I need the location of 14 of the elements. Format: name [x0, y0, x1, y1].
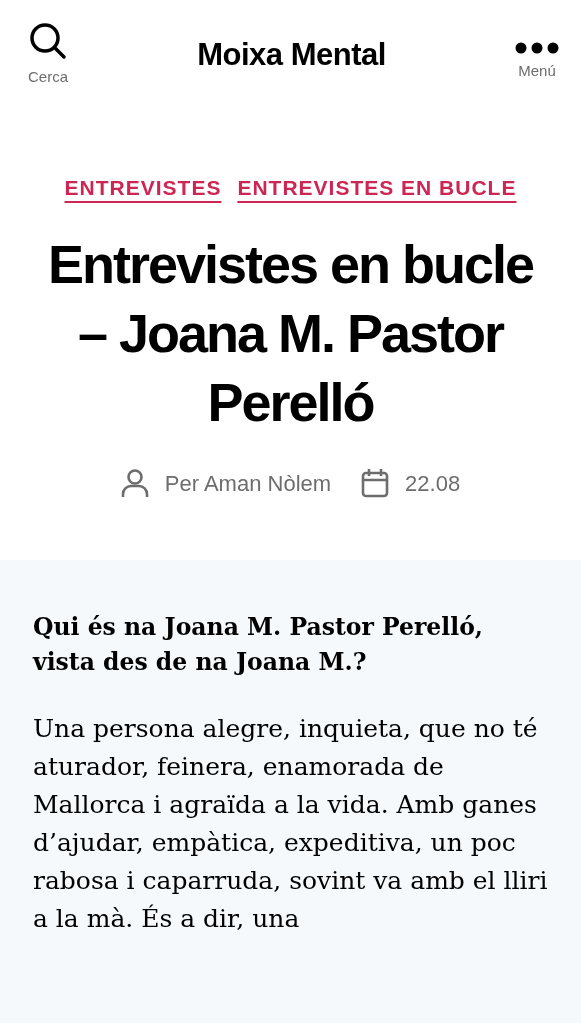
category-link[interactable]: ENTREVISTES EN BUCLE	[237, 172, 517, 204]
question-heading: Qui és na Joana M. Pastor Perelló, vista des de na Joana M.?	[33, 611, 485, 679]
search-button[interactable]: Cerca	[28, 21, 68, 89]
category-link[interactable]: ENTREVISTES	[64, 172, 222, 204]
more-icon	[515, 41, 559, 54]
search-icon	[29, 21, 67, 60]
body-paragraph: Una persona alegre, inquieta, que no té aturador, feinera, enamorada de Mallorca i agraïda a la vida. Amb ganes d’ajudar, empàtica, expeditiva, un poc rabosa i caparruda, sovint va amb el lliri a la mà. És a dir, una	[33, 713, 548, 936]
post-date[interactable]: 22.08	[405, 466, 461, 500]
site-title[interactable]: Moixa Mental	[197, 31, 386, 79]
calendar-icon	[361, 468, 390, 499]
menu-button[interactable]: Menú	[515, 41, 559, 83]
post-title: Entrevistes en bucle – Joana M. Pastor Perelló	[46, 232, 535, 434]
person-icon	[120, 468, 149, 499]
author-link[interactable]: Per Aman Nòlem	[164, 466, 332, 500]
